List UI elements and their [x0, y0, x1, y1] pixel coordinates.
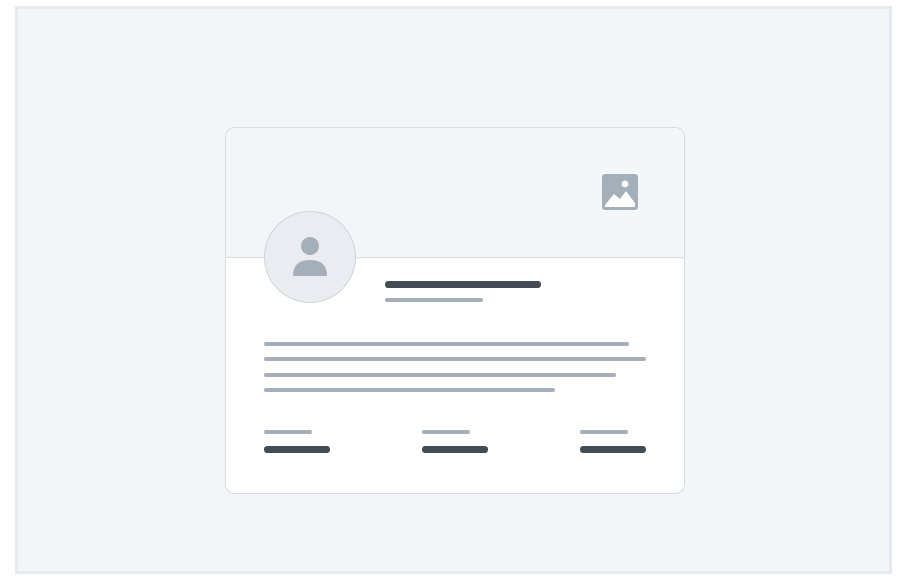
stat-label-skeleton — [580, 430, 628, 434]
stat-label-skeleton — [422, 430, 470, 434]
stat-value-skeleton — [580, 446, 646, 453]
avatar-placeholder — [264, 211, 356, 303]
bio-line-skeleton — [264, 388, 555, 392]
subtitle-skeleton — [385, 298, 483, 302]
stat-value-skeleton — [422, 446, 488, 453]
stat-value-skeleton — [264, 446, 330, 453]
image-placeholder-icon — [602, 174, 638, 210]
profile-card — [225, 127, 685, 494]
bio-line-skeleton — [264, 357, 646, 361]
user-placeholder-icon — [293, 237, 327, 276]
bio-line-skeleton — [264, 342, 629, 346]
stat-label-skeleton — [264, 430, 312, 434]
name-skeleton — [385, 281, 541, 288]
bio-line-skeleton — [264, 373, 616, 377]
